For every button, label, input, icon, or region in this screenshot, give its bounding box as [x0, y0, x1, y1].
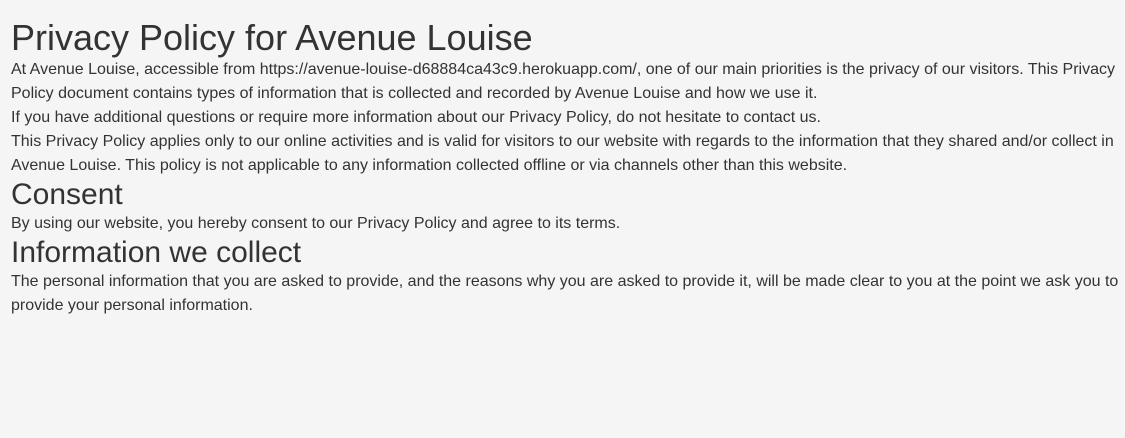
page-content: Privacy Policy for Avenue Louise At Aven…	[11, 0, 1119, 318]
information-we-collect-paragraph: The personal information that you are as…	[11, 273, 1119, 314]
information-we-collect-heading: Information we collect	[11, 236, 302, 269]
privacy-policy-page: Privacy Policy for Avenue Louise At Aven…	[0, 0, 1125, 438]
intro-paragraph-1: At Avenue Louise, accessible from https:…	[11, 61, 1115, 102]
intro-paragraph-2: If you have additional questions or requ…	[11, 109, 821, 126]
page-title: Privacy Policy for Avenue Louise	[11, 17, 533, 58]
intro-paragraph-3: This Privacy Policy applies only to our …	[11, 133, 1114, 174]
consent-heading: Consent	[11, 178, 123, 211]
consent-paragraph: By using our website, you hereby consent…	[11, 215, 621, 232]
